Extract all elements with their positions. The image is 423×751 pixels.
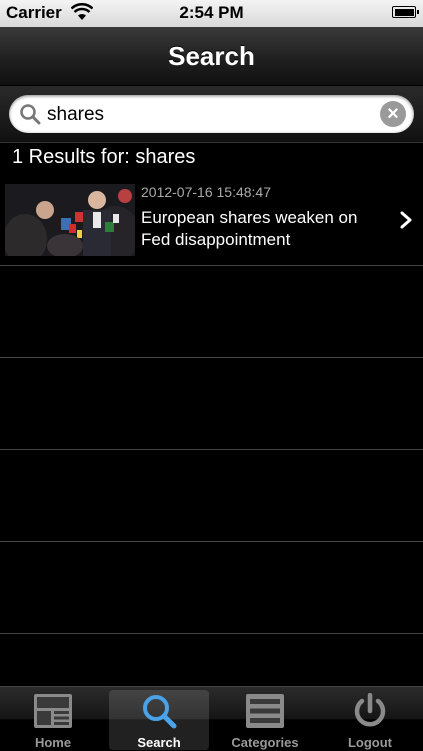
empty-row: [0, 450, 423, 542]
tab-label: Home: [34, 735, 72, 750]
tab-categories[interactable]: Categories: [215, 690, 315, 750]
tab-label: Logout: [347, 735, 393, 750]
search-field[interactable]: ×: [9, 95, 414, 133]
tab-search[interactable]: Search: [109, 690, 209, 750]
page-title: Search: [168, 40, 255, 71]
tab-bar: Home Search Categories Logout: [0, 686, 423, 751]
results-header: 1 Results for: shares: [12, 146, 196, 168]
clock: 2:54 PM: [179, 3, 244, 22]
tab-label: Search: [137, 735, 181, 750]
tab-label: Categories: [231, 735, 299, 750]
clear-search-icon[interactable]: ×: [380, 101, 406, 127]
empty-row: [0, 266, 423, 358]
empty-row: [0, 358, 423, 450]
search-bar: ×: [0, 86, 423, 143]
news-thumbnail: [5, 184, 135, 256]
navigation-bar: Search: [0, 27, 423, 86]
tab-home[interactable]: Home: [3, 690, 103, 750]
empty-row: [0, 542, 423, 634]
result-row[interactable]: 2012-07-16 15:48:47 European shares weak…: [0, 174, 423, 266]
tab-logout[interactable]: Logout: [320, 690, 420, 750]
article-headline: European shares weaken on Fed disappoint…: [141, 208, 358, 249]
battery-icon: [392, 6, 419, 18]
search-icon: [143, 695, 177, 729]
status-bar: Carrier 2:54 PM: [0, 0, 423, 27]
chevron-right-icon: [400, 211, 412, 229]
search-input[interactable]: [45, 99, 379, 131]
power-icon: [354, 693, 386, 727]
list-icon: [246, 694, 284, 728]
home-icon: [34, 694, 72, 728]
article-date: 2012-07-16 15:48:47: [141, 184, 271, 200]
magnifier-icon: [20, 104, 41, 125]
